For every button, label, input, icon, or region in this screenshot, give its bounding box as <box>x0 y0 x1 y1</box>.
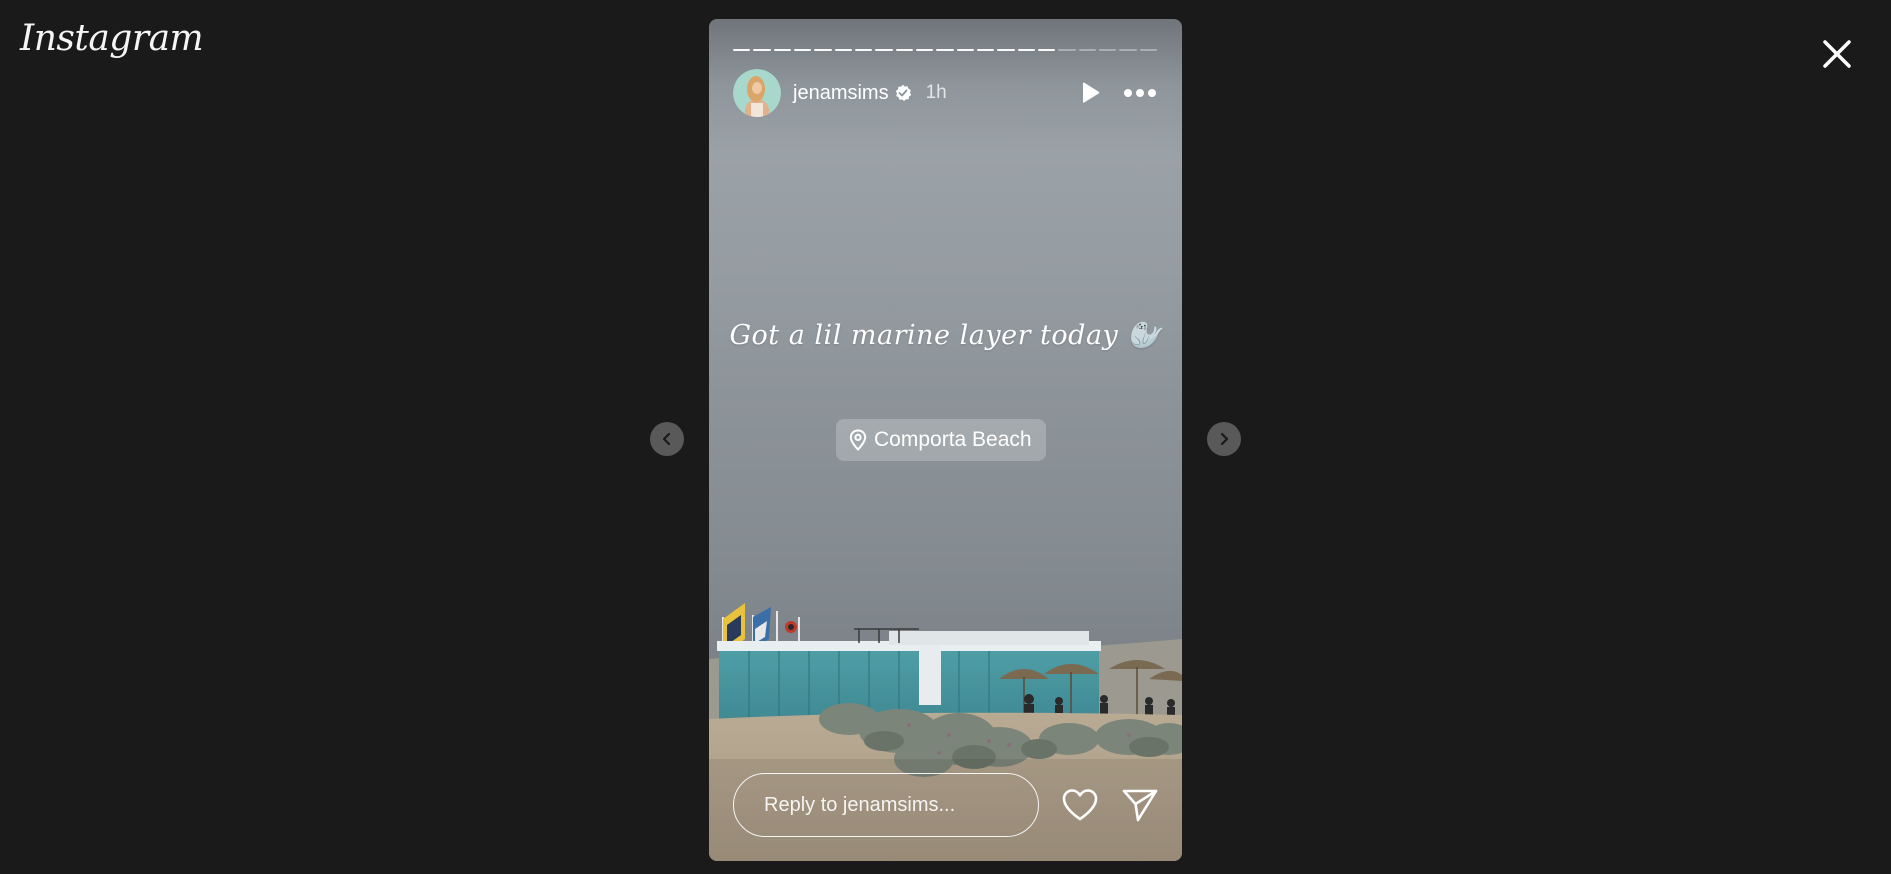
close-icon <box>1823 40 1851 68</box>
progress-segment <box>895 49 913 51</box>
like-button[interactable] <box>1061 788 1099 822</box>
play-button[interactable] <box>1079 81 1101 105</box>
progress-segment <box>1058 49 1076 51</box>
play-icon <box>1083 82 1100 103</box>
share-button[interactable] <box>1121 787 1159 823</box>
chevron-right-icon <box>1220 432 1229 446</box>
progress-segment <box>997 49 1015 51</box>
instagram-logo[interactable]: Instagram <box>20 18 204 59</box>
verified-badge-icon <box>895 84 911 101</box>
progress-segment <box>1078 49 1096 51</box>
progress-segment <box>1119 49 1137 51</box>
progress-segment <box>936 49 954 51</box>
progress-segment <box>834 49 852 51</box>
progress-segment <box>1139 49 1157 51</box>
progress-segment <box>875 49 893 51</box>
story-header: jenamsims 1h <box>733 69 1157 117</box>
chevron-left-icon <box>662 432 671 446</box>
progress-segment <box>793 49 812 51</box>
progress-segment <box>915 49 934 51</box>
location-label: Comporta Beach <box>874 428 1032 451</box>
header-actions <box>1079 81 1157 105</box>
story-viewer-page: Instagram jenamsims 1h Got a lil marine … <box>0 0 1891 874</box>
story-caption: Got a lil marine layer today 🦭 <box>729 320 1162 351</box>
more-options-button[interactable] <box>1123 88 1157 98</box>
progress-segment <box>976 49 995 51</box>
location-pin-icon <box>849 429 867 451</box>
story-footer <box>733 772 1159 838</box>
previous-story-button[interactable] <box>650 422 684 456</box>
progress-segment <box>1098 49 1117 51</box>
avatar[interactable] <box>733 69 781 117</box>
heart-icon <box>1062 789 1098 821</box>
progress-segment <box>814 49 832 51</box>
progress-segment <box>753 49 771 51</box>
progress-segment <box>733 49 751 51</box>
send-icon <box>1122 789 1158 822</box>
story-timestamp: 1h <box>925 82 947 103</box>
progress-segment <box>854 49 873 51</box>
next-story-button[interactable] <box>1207 422 1241 456</box>
location-sticker[interactable]: Comporta Beach <box>836 419 1046 461</box>
username-link[interactable]: jenamsims <box>793 82 889 105</box>
progress-segment <box>956 49 974 51</box>
close-button[interactable] <box>1817 34 1857 74</box>
progress-segment <box>1037 49 1056 51</box>
reply-input[interactable] <box>733 773 1039 837</box>
progress-segment <box>773 49 791 51</box>
story-progress-bar <box>733 49 1157 51</box>
avatar-image <box>733 69 781 117</box>
story-card[interactable]: jenamsims 1h Got a lil marine layer toda… <box>709 19 1182 861</box>
more-icon <box>1124 89 1156 97</box>
progress-segment <box>1017 49 1035 51</box>
